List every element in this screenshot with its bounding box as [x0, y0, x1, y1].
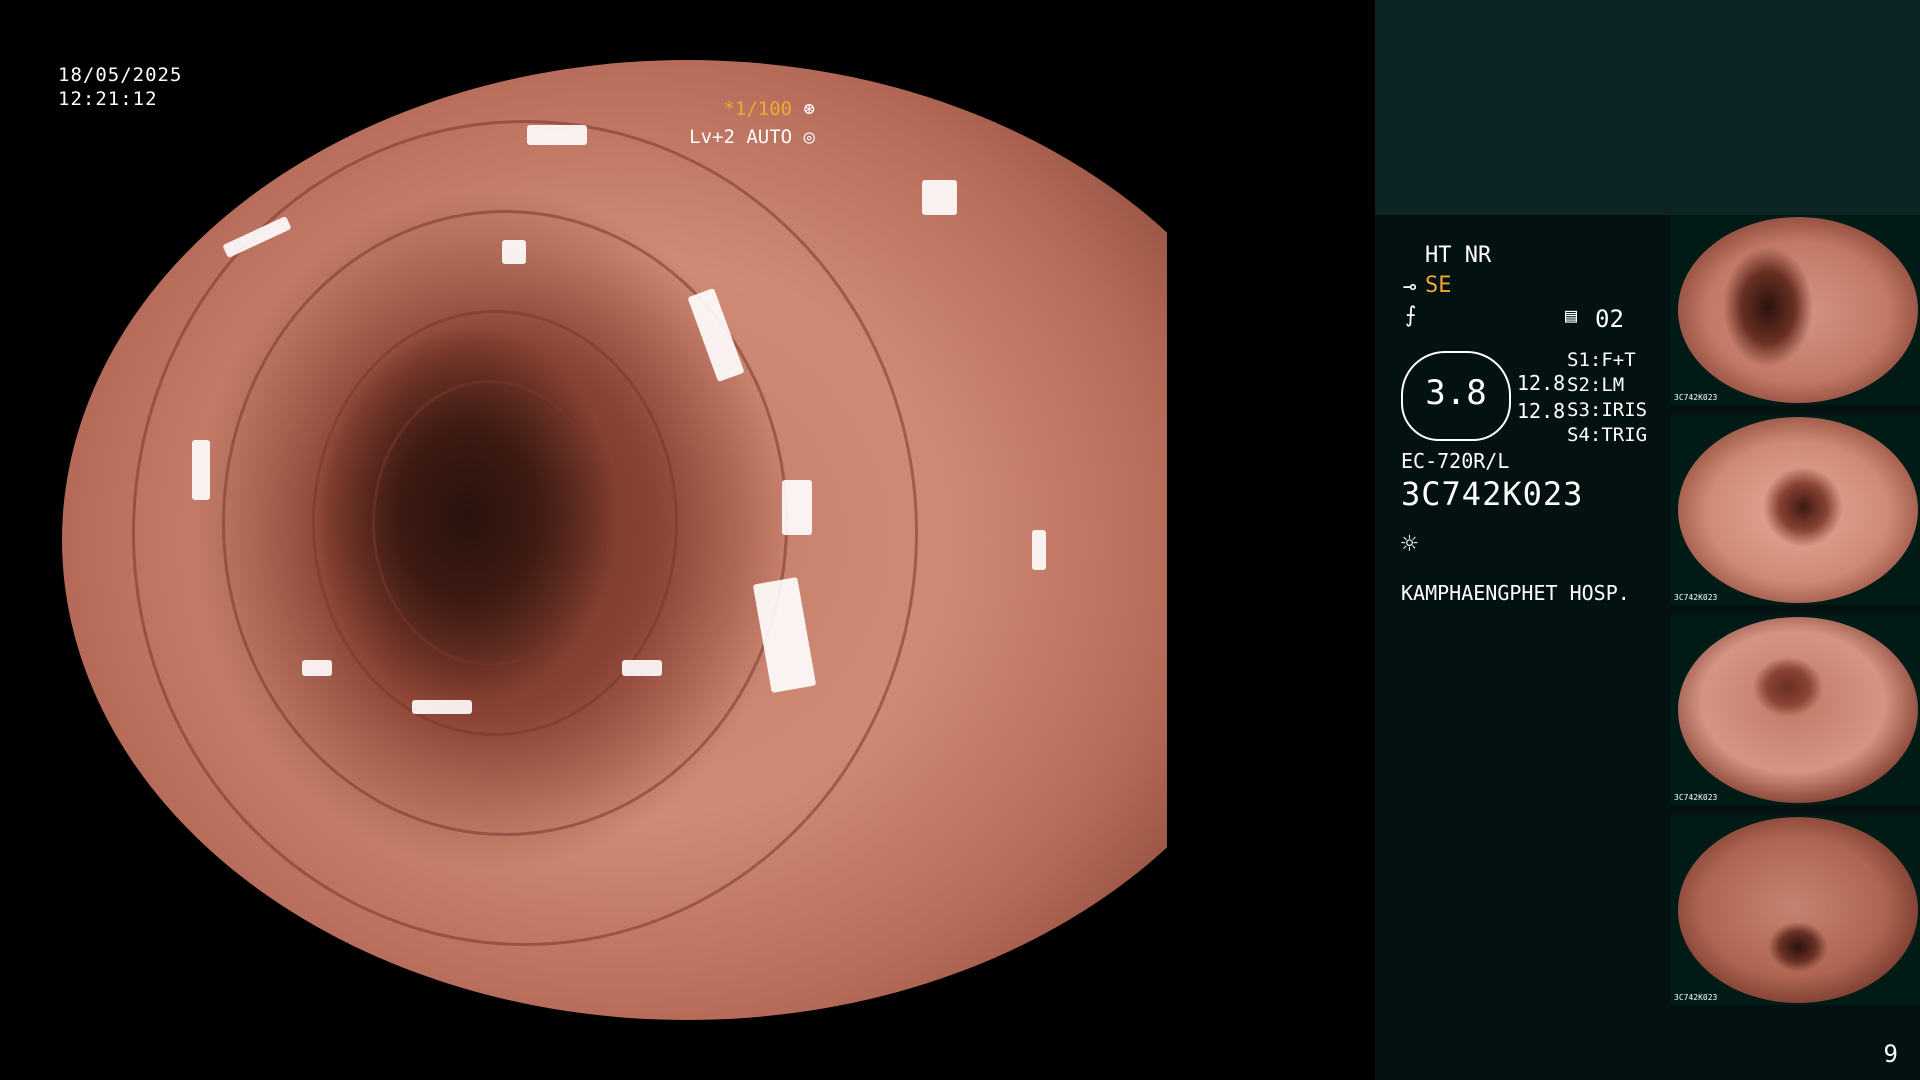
zoom-value: *1/100 [723, 98, 793, 120]
level-readout: Lv+2 AUTO ◎ [689, 126, 815, 148]
memory-label: 02 [1595, 305, 1624, 333]
thumbnail-image [1678, 417, 1918, 603]
light-reflection [922, 180, 957, 215]
thumbnail-image [1678, 617, 1918, 803]
thumbnail-label: 3C742K023 [1674, 593, 1718, 602]
value-2: 12.8 [1517, 399, 1566, 423]
scope-icon: ⊸ [1403, 275, 1417, 300]
switch-label-4: S4:TRIG [1567, 424, 1648, 446]
side-panel: HT NR ⊸ SE ⨍ ▤ 02 3.8 12.8 12.8 S1:F+T S… [1375, 0, 1920, 1080]
light-reflection [622, 660, 662, 676]
switch-label-1: S1:F+T [1567, 349, 1636, 371]
gauge-value: 3.8 [1425, 373, 1487, 413]
page-number: 9 [1883, 1040, 1898, 1068]
light-reflection [1032, 530, 1046, 570]
endoscopic-image [62, 60, 1167, 1020]
light-reflection [502, 240, 526, 264]
exam-date: 18/05/2025 [58, 64, 183, 86]
scope-model: EC-720R/L [1401, 449, 1510, 473]
shutter-icon: ⊛ [803, 98, 815, 120]
level-value: Lv+2 AUTO [689, 126, 793, 148]
aperture-icon: ◎ [803, 126, 815, 148]
light-reflection [412, 700, 472, 714]
mode-label: SE [1425, 273, 1452, 298]
switch-label-3: S3:IRIS [1567, 399, 1648, 421]
memory-icon: ▤ [1565, 303, 1578, 327]
freeze-icon: ⨍ [1405, 303, 1417, 328]
light-reflection [192, 440, 210, 500]
thumbnail-4[interactable]: 3C742K023 [1670, 815, 1920, 1005]
hospital-name: KAMPHAENGPHET HOSP. [1401, 581, 1630, 605]
thumbnail-image [1678, 217, 1918, 403]
scope-serial: 3C742K023 [1401, 475, 1584, 513]
thumbnail-image [1678, 817, 1918, 1003]
light-reflection [302, 660, 332, 676]
info-panel: HT NR ⊸ SE ⨍ ▤ 02 3.8 12.8 12.8 S1:F+T S… [1375, 215, 1675, 1080]
thumbnail-3[interactable]: 3C742K023 [1670, 615, 1920, 805]
light-reflection [527, 125, 587, 145]
thumbnail-label: 3C742K023 [1674, 993, 1718, 1002]
gauge: 3.8 [1401, 351, 1511, 441]
exam-time: 12:21:12 [58, 88, 158, 110]
enhancement-label: HT NR [1425, 243, 1492, 268]
light-reflection [782, 480, 812, 535]
thumbnail-2[interactable]: 3C742K023 [1670, 415, 1920, 605]
light-icon: ☼ [1401, 527, 1418, 560]
switch-label-2: S2:LM [1567, 374, 1625, 396]
thumbnail-1[interactable]: 3C742K023 [1670, 215, 1920, 405]
main-endoscope-view: 18/05/2025 12:21:12 *1/100 ⊛ Lv+2 AUTO ◎ [0, 0, 1375, 1080]
thumbnail-label: 3C742K023 [1674, 793, 1718, 802]
zoom-readout: *1/100 ⊛ [723, 98, 815, 120]
thumbnail-label: 3C742K023 [1674, 393, 1718, 402]
value-1: 12.8 [1517, 371, 1566, 395]
side-panel-header [1375, 0, 1920, 215]
